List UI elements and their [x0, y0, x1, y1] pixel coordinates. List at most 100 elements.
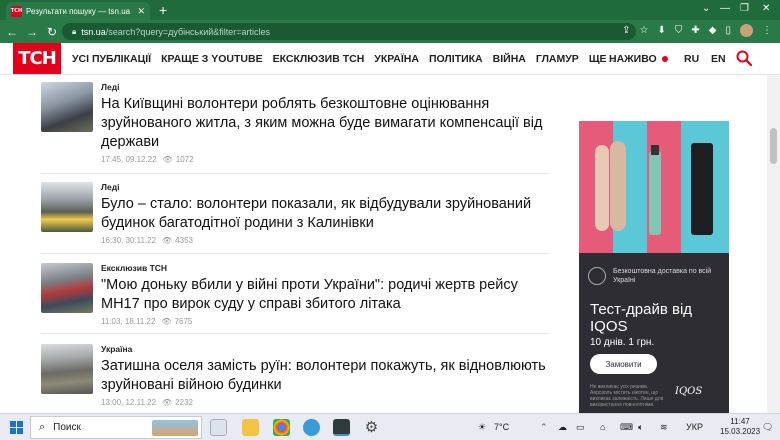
profile-avatar[interactable] — [740, 24, 753, 37]
article-category[interactable]: Леді — [101, 182, 549, 192]
bookmark-star-icon[interactable]: ☆ — [640, 25, 649, 36]
tray-overflow-icon[interactable]: ⌃ — [540, 422, 548, 433]
article-thumbnail[interactable] — [41, 182, 93, 232]
system-clock[interactable]: 11:47 15.03.2023 — [720, 417, 760, 437]
onedrive-icon[interactable]: ☁ — [558, 422, 567, 433]
new-tab-icon[interactable]: + — [159, 2, 167, 18]
menu-kebab-icon[interactable]: ⋮ — [762, 25, 772, 36]
scrollbar-thumb[interactable] — [770, 128, 777, 164]
article-time: 13:00, 12.11.22 — [101, 398, 157, 407]
notifications-icon[interactable]: 🗨︎ — [762, 422, 773, 433]
search-icon[interactable] — [736, 50, 752, 66]
article-headline[interactable]: "Мою доньку вбили у війні проти України"… — [101, 276, 549, 314]
main-navigation: УСІ ПУБЛІКАЦІЇ КРАЩЕ З YOUTUBE ЕКСКЛЮЗИВ… — [72, 43, 618, 74]
window-close-icon[interactable]: ✕ — [762, 3, 770, 14]
article-views: 1072 — [175, 155, 194, 164]
eye-icon: 👁︎ — [161, 317, 172, 326]
windows-taskbar: ⌕ Поиск ⚙ ☀ 7°C ⌃ ☁ ▭ ⌂ ⌨ 🔈︎ ≋ УКР 11:47… — [0, 413, 780, 440]
telegram-icon[interactable] — [303, 419, 320, 436]
location-pin-icon — [588, 267, 606, 285]
extension-download-icon[interactable]: ⬇ — [658, 25, 666, 36]
extension-icon[interactable]: ✚ — [691, 25, 699, 36]
wifi-icon[interactable]: ≋ — [660, 422, 668, 433]
settings-gear-icon[interactable]: ⚙ — [363, 419, 380, 436]
article-thumbnail[interactable] — [41, 263, 93, 313]
divider — [41, 333, 549, 334]
ad-headline: Тест-драйв від IQOS — [590, 301, 693, 335]
search-results: Леді На Київщині волонтери роблять безко… — [0, 75, 780, 413]
eye-icon: 👁︎ — [162, 155, 173, 164]
lock-icon: 🔒︎ — [72, 26, 77, 36]
article-category[interactable]: Ексклюзив ТСН — [101, 263, 549, 273]
page-scrollbar[interactable] — [767, 75, 780, 413]
iqos-logo: IQOS — [675, 386, 703, 397]
ad-order-button[interactable]: Замовити — [590, 354, 657, 374]
article-headline[interactable]: Було – стало: волонтери показали, як від… — [101, 195, 549, 233]
article-views: 7675 — [174, 317, 193, 326]
puzzle-icon[interactable]: ◆ — [709, 25, 717, 36]
lang-en[interactable]: EN — [711, 53, 726, 65]
taskbar-search[interactable]: ⌕ Поиск — [30, 416, 202, 439]
tsn-logo[interactable]: ТСН — [13, 43, 61, 74]
iqos-ad-banner[interactable]: Безкоштовна доставка по всій Україні Тес… — [579, 121, 729, 413]
article-views: 2232 — [175, 398, 193, 407]
tsn-favicon-icon: ТСН — [11, 5, 22, 17]
article-time: 17:45, 09.12.22 — [101, 155, 157, 164]
network-icon[interactable]: ⌂ — [600, 422, 605, 432]
weather-icon[interactable]: ☀ — [478, 422, 486, 433]
article-time: 11:03, 18.11.22 — [101, 317, 156, 326]
nav-item-ukraine[interactable]: УКРАЇНА — [374, 53, 419, 65]
back-icon[interactable]: ← — [2, 25, 22, 39]
minimize-icon[interactable]: — — [720, 3, 730, 14]
nav-item-politics[interactable]: ПОЛІТИКА — [429, 53, 483, 65]
active-app-icon[interactable] — [333, 419, 350, 436]
share-icon[interactable]: ⇪ — [622, 25, 630, 36]
clock-time: 11:47 — [730, 417, 750, 426]
chrome-icon[interactable] — [273, 419, 290, 436]
address-bar[interactable]: 🔒︎ tsn.ua/search?query=дубінський&filter… — [62, 23, 636, 40]
article-category[interactable]: Леді — [101, 82, 549, 92]
sidepanel-icon[interactable]: ▯ — [725, 25, 731, 36]
divider — [41, 253, 549, 254]
article-time: 16:30, 30.11.22 — [101, 236, 157, 245]
restore-icon[interactable]: ❐ — [740, 3, 749, 14]
url-path: /search?query=дубінський&filter=articles — [105, 26, 271, 37]
article-category[interactable]: Україна — [101, 344, 549, 354]
chevron-down-icon[interactable]: ⌄ — [702, 3, 710, 14]
reload-icon[interactable]: ↻ — [42, 25, 62, 39]
nav-item-all[interactable]: УСІ ПУБЛІКАЦІЇ — [72, 53, 151, 65]
shield-icon[interactable]: ⛉ — [675, 25, 683, 36]
site-header: ТСН УСІ ПУБЛІКАЦІЇ КРАЩЕ З YOUTUBE ЕКСКЛ… — [0, 43, 780, 75]
input-language[interactable]: УКР — [686, 422, 703, 432]
task-view-icon[interactable] — [210, 419, 227, 436]
volume-icon[interactable]: 🔈︎ — [638, 422, 643, 433]
tab-close-icon[interactable]: ✕ — [137, 6, 145, 17]
nav-item-war[interactable]: ВІЙНА — [493, 53, 526, 65]
article-headline[interactable]: На Київщині волонтери роблять безкоштовн… — [101, 95, 549, 152]
weather-temperature[interactable]: 7°C — [494, 422, 509, 432]
search-icon: ⌕ — [39, 421, 46, 433]
windows-start-icon[interactable] — [10, 421, 23, 434]
battery-icon[interactable]: ▭ — [576, 422, 585, 433]
file-explorer-icon[interactable] — [242, 419, 259, 436]
nav-item-glamour[interactable]: ГЛАМУР — [536, 53, 579, 65]
url-host: tsn.ua — [81, 26, 106, 37]
ad-subline: 10 днів. 1 грн. — [590, 337, 655, 348]
browser-tab[interactable]: ТСН Результати пошуку — tsn.ua ✕ — [6, 2, 150, 20]
nav-item-youtube[interactable]: КРАЩЕ З YOUTUBE — [161, 53, 263, 65]
browser-tab-strip: ТСН Результати пошуку — tsn.ua ✕ + ⌄ — ❐… — [0, 0, 780, 20]
article-thumbnail[interactable] — [41, 82, 93, 132]
keyboard-icon[interactable]: ⌨ — [620, 422, 633, 433]
lang-ru[interactable]: RU — [684, 53, 699, 65]
live-dot-icon — [661, 56, 668, 62]
eye-icon: 👁︎ — [162, 236, 173, 245]
tab-title: Результати пошуку — tsn.ua — [26, 6, 131, 16]
eye-icon: 👁︎ — [162, 398, 173, 407]
live-link[interactable]: НАЖИВО — [609, 53, 668, 65]
article-thumbnail[interactable] — [41, 344, 93, 394]
forward-icon[interactable]: → — [22, 25, 42, 39]
divider — [41, 173, 549, 174]
taskbar-search-label: Поиск — [53, 422, 81, 433]
article-headline[interactable]: Затишна оселя замість руїн: волонтери по… — [101, 357, 549, 395]
nav-item-exclusive[interactable]: ЕКСКЛЮЗИВ ТСН — [273, 53, 365, 65]
